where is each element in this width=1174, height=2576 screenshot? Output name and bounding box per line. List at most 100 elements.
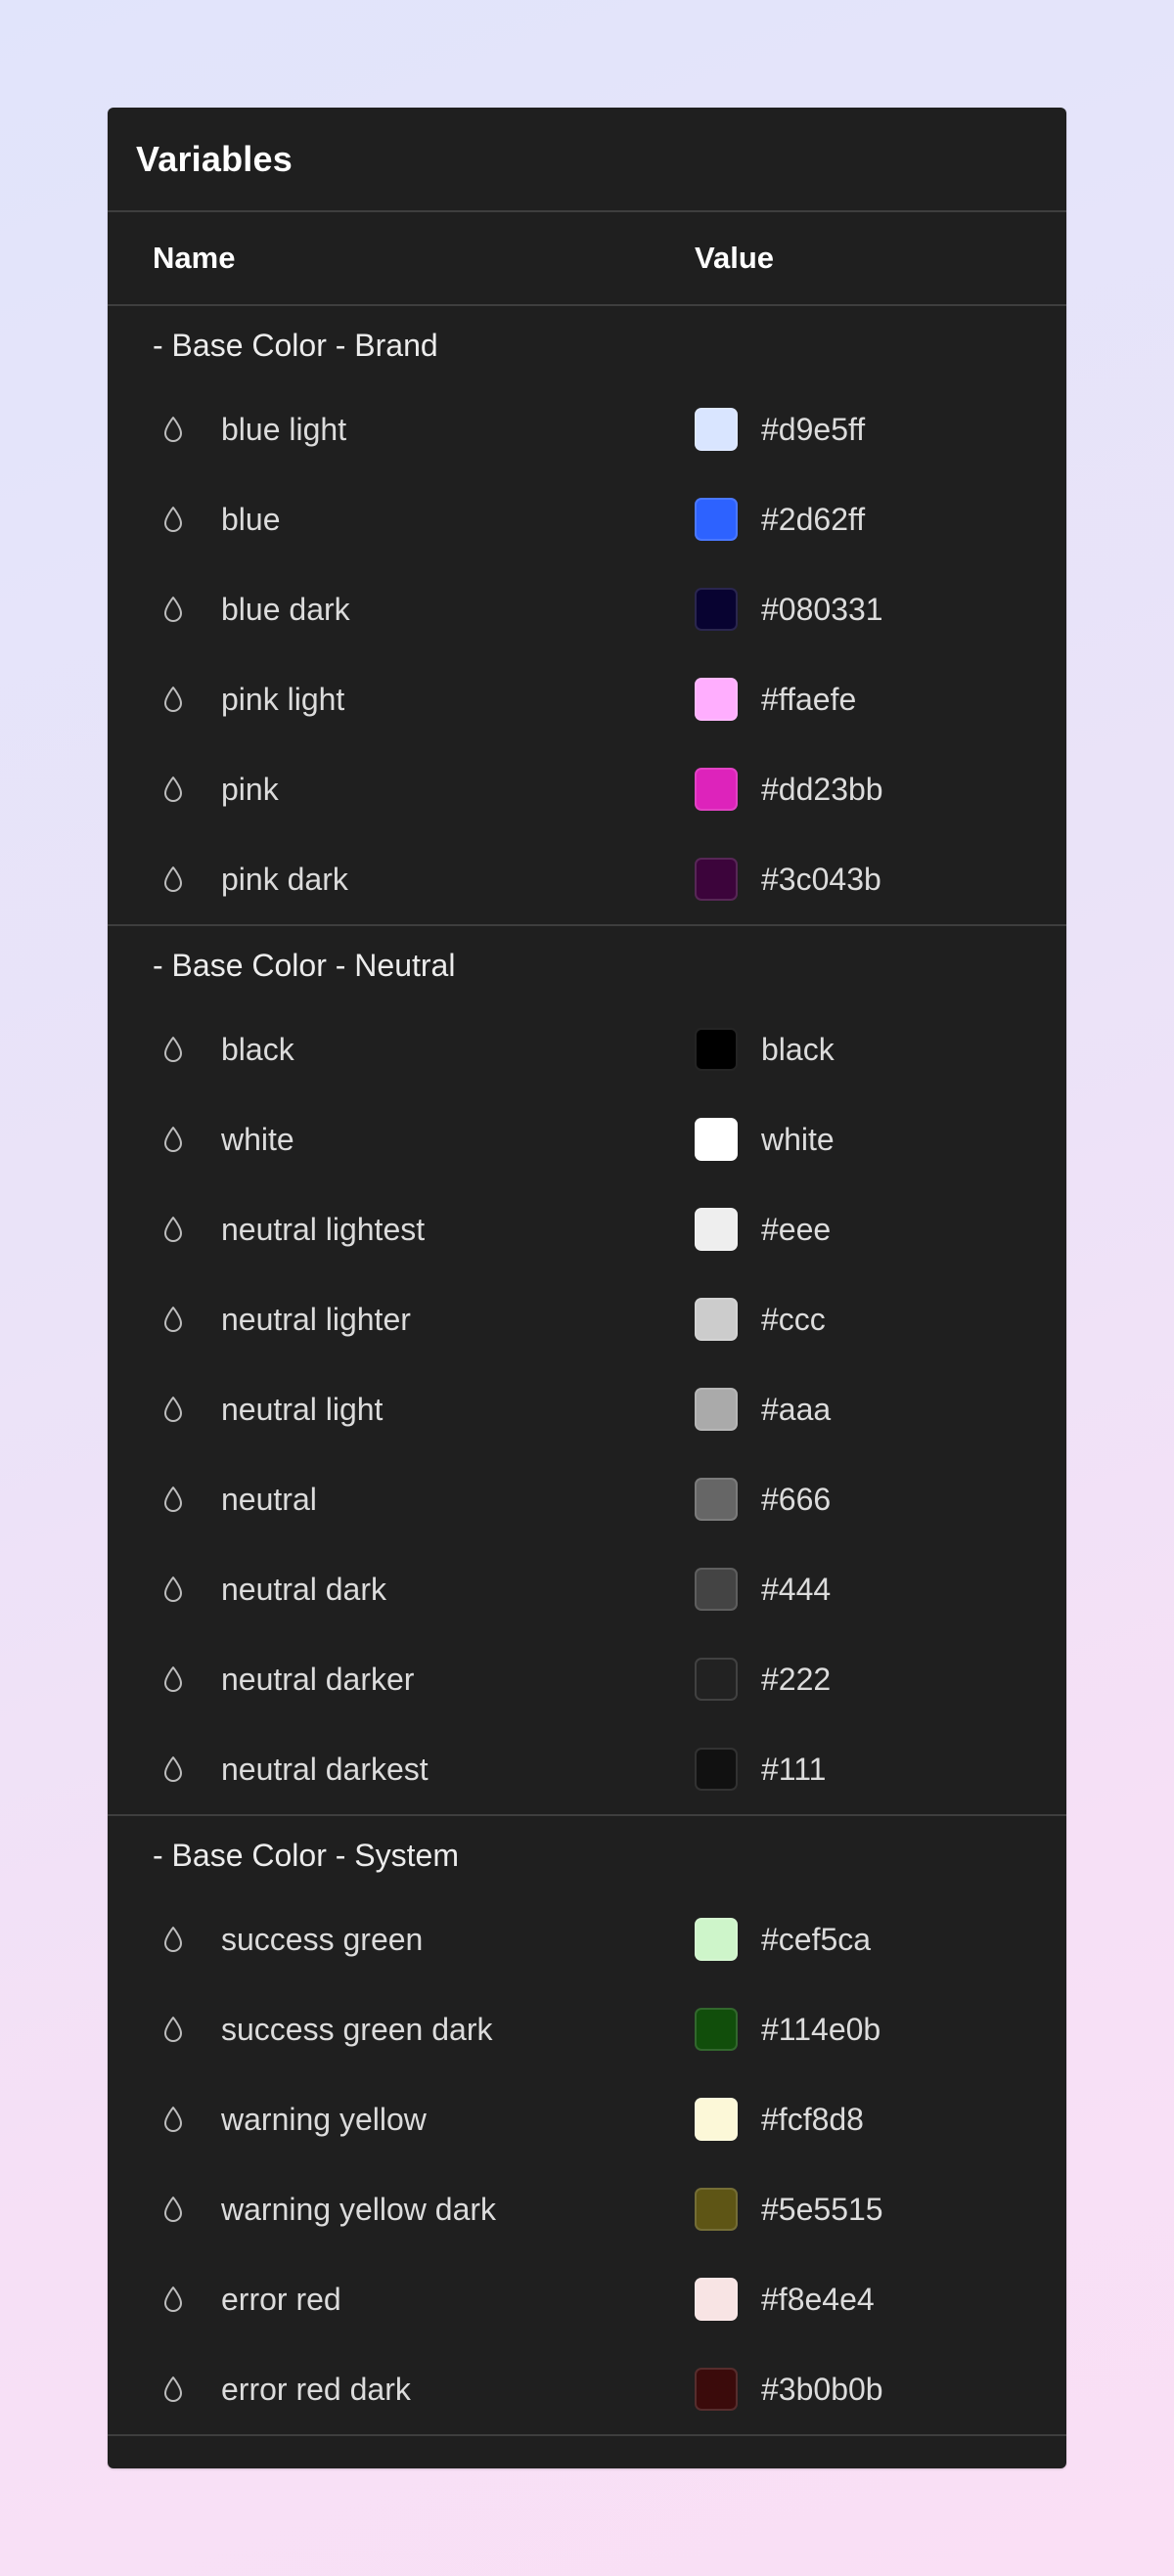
variable-value[interactable]: #f8e4e4	[761, 2282, 875, 2318]
variable-value[interactable]: #080331	[761, 592, 883, 628]
variable-name: pink	[221, 771, 279, 807]
group-title[interactable]: - Base Color - Neutral	[108, 926, 1066, 1004]
variable-row[interactable]: white white	[108, 1094, 1066, 1184]
variable-row[interactable]: neutral darker #222	[108, 1634, 1066, 1724]
color-swatch[interactable]	[695, 1748, 738, 1791]
variable-value[interactable]: #111	[761, 1752, 826, 1788]
group-title[interactable]: - Base Color - System	[108, 1816, 1066, 1894]
variable-value[interactable]: #222	[761, 1662, 831, 1698]
variable-row[interactable]: error red dark #3b0b0b	[108, 2344, 1066, 2434]
variable-name: neutral dark	[221, 1571, 386, 1607]
variable-row[interactable]: warning yellow dark #5e5515	[108, 2164, 1066, 2254]
color-swatch[interactable]	[695, 1028, 738, 1071]
color-swatch[interactable]	[695, 1568, 738, 1611]
droplet-icon	[161, 1395, 185, 1424]
droplet-icon	[161, 2375, 185, 2404]
variable-name: neutral light	[221, 1391, 384, 1427]
variable-name: blue dark	[221, 591, 350, 627]
variable-row[interactable]: neutral lightest #eee	[108, 1184, 1066, 1274]
droplet-icon	[161, 1035, 185, 1064]
variable-value[interactable]: #fcf8d8	[761, 2102, 864, 2138]
variable-name: pink light	[221, 681, 345, 717]
variable-row[interactable]: neutral lighter #ccc	[108, 1274, 1066, 1364]
variable-value[interactable]: #114e0b	[761, 2012, 880, 2048]
panel-header: Variables	[108, 108, 1066, 212]
variable-row[interactable]: blue dark #080331	[108, 564, 1066, 654]
variable-row[interactable]: success green #cef5ca	[108, 1894, 1066, 1984]
variable-row[interactable]: neutral darkest #111	[108, 1724, 1066, 1814]
variable-name: blue light	[221, 411, 347, 447]
variable-value[interactable]: #ccc	[761, 1302, 826, 1338]
variable-name: black	[221, 1031, 294, 1067]
variable-value[interactable]: #aaa	[761, 1392, 831, 1428]
variable-row[interactable]: warning yellow #fcf8d8	[108, 2074, 1066, 2164]
variable-group: - Base Color - System success green #cef5c…	[108, 1816, 1066, 2436]
variable-value[interactable]: #3c043b	[761, 862, 881, 898]
variable-value[interactable]: #5e5515	[761, 2192, 883, 2228]
group-title[interactable]: - Base Color - Brand	[108, 306, 1066, 384]
variable-value[interactable]: #3b0b0b	[761, 2372, 883, 2408]
variable-row[interactable]: neutral light #aaa	[108, 1364, 1066, 1454]
variable-name: pink dark	[221, 861, 348, 897]
variable-value[interactable]: #cef5ca	[761, 1922, 871, 1958]
variable-row[interactable]: success green dark #114e0b	[108, 1984, 1066, 2074]
color-swatch[interactable]	[695, 2278, 738, 2321]
variable-value[interactable]: #eee	[761, 1212, 831, 1248]
color-swatch[interactable]	[695, 1118, 738, 1161]
droplet-icon	[161, 1485, 185, 1514]
color-swatch[interactable]	[695, 2368, 738, 2411]
droplet-icon	[161, 1125, 185, 1154]
color-swatch[interactable]	[695, 498, 738, 541]
variable-row[interactable]: neutral #666	[108, 1454, 1066, 1544]
color-swatch[interactable]	[695, 2188, 738, 2231]
variable-value[interactable]: #2d62ff	[761, 502, 865, 538]
variable-name: neutral lighter	[221, 1301, 411, 1337]
color-swatch[interactable]	[695, 1478, 738, 1521]
color-swatch[interactable]	[695, 588, 738, 631]
variable-name: neutral lightest	[221, 1211, 426, 1247]
panel-title: Variables	[136, 138, 293, 179]
variable-row[interactable]: neutral dark #444	[108, 1544, 1066, 1634]
color-swatch[interactable]	[695, 2098, 738, 2141]
variable-value[interactable]: #444	[761, 1572, 831, 1608]
variable-value[interactable]: #666	[761, 1482, 831, 1518]
droplet-icon	[161, 775, 185, 804]
droplet-icon	[161, 1665, 185, 1694]
variable-value[interactable]: #ffaefe	[761, 682, 856, 718]
variable-row[interactable]: pink dark #3c043b	[108, 834, 1066, 924]
variable-row[interactable]: error red #f8e4e4	[108, 2254, 1066, 2344]
variable-name: blue	[221, 501, 281, 537]
droplet-icon	[161, 595, 185, 624]
variable-row[interactable]: blue #2d62ff	[108, 474, 1066, 564]
color-swatch[interactable]	[695, 858, 738, 901]
variable-value[interactable]: #d9e5ff	[761, 412, 865, 448]
droplet-icon	[161, 505, 185, 534]
variable-value[interactable]: black	[761, 1032, 835, 1068]
variable-value[interactable]: white	[761, 1122, 835, 1158]
droplet-icon	[161, 2015, 185, 2044]
color-swatch[interactable]	[695, 1298, 738, 1341]
variable-name: neutral darkest	[221, 1751, 429, 1787]
variable-row[interactable]: pink #dd23bb	[108, 744, 1066, 834]
column-header-value[interactable]: Value	[695, 241, 774, 276]
variable-name: white	[221, 1121, 294, 1157]
variable-row[interactable]: pink light #ffaefe	[108, 654, 1066, 744]
variable-name: error red	[221, 2281, 341, 2317]
column-header-name[interactable]: Name	[153, 241, 235, 276]
color-swatch[interactable]	[695, 1918, 738, 1961]
droplet-icon	[161, 1925, 185, 1954]
variable-row[interactable]: black black	[108, 1004, 1066, 1094]
variable-name: success green	[221, 1921, 424, 1957]
color-swatch[interactable]	[695, 1208, 738, 1251]
color-swatch[interactable]	[695, 408, 738, 451]
variable-row[interactable]: blue light #d9e5ff	[108, 384, 1066, 474]
color-swatch[interactable]	[695, 1658, 738, 1701]
color-swatch[interactable]	[695, 2008, 738, 2051]
color-swatch[interactable]	[695, 678, 738, 721]
color-swatch[interactable]	[695, 1388, 738, 1431]
variable-group: - Base Color - Brand blue light #d9e5ff blu…	[108, 306, 1066, 926]
variable-value[interactable]: #dd23bb	[761, 772, 883, 808]
droplet-icon	[161, 2285, 185, 2314]
variable-name: warning yellow dark	[221, 2191, 497, 2227]
color-swatch[interactable]	[695, 768, 738, 811]
